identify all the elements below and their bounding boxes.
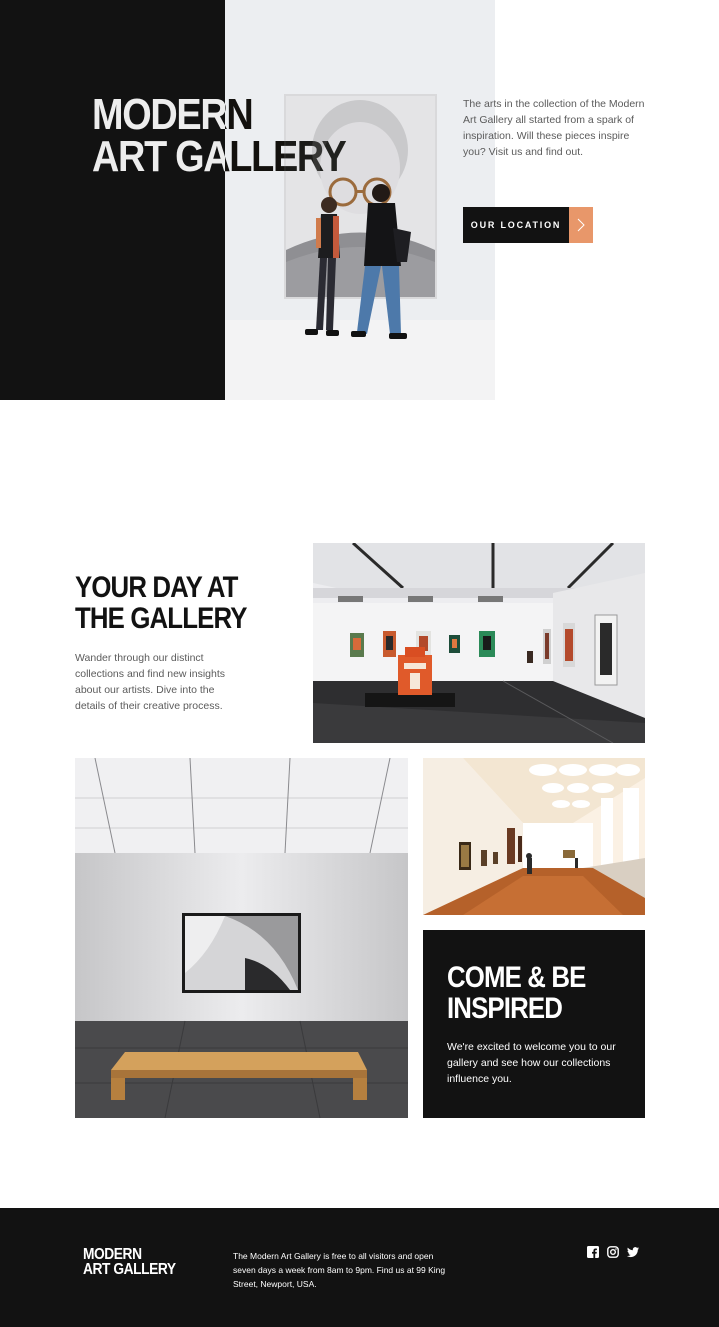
inspired-title: COME & BE INSPIRED [447, 961, 586, 1025]
day-title-line2: THE GALLERY [75, 602, 247, 635]
footer-logo-line2: ART GALLERY [83, 1261, 176, 1278]
hero-description: The arts in the collection of the Modern… [463, 98, 645, 158]
gallery-hall-photo [313, 543, 645, 743]
hero-dark-panel [0, 0, 225, 400]
instagram-icon[interactable] [607, 1246, 619, 1258]
gallery-corridor-photo [423, 758, 645, 915]
our-location-label: OUR LOCATION [463, 207, 569, 243]
our-location-button[interactable]: OUR LOCATION [463, 207, 593, 243]
inspired-title-line2: INSPIRED [447, 992, 563, 1025]
day-section-title: YOUR DAY AT THE GALLERY [75, 572, 247, 634]
footer-info: The Modern Art Gallery is free to all vi… [233, 1251, 446, 1289]
facebook-icon[interactable] [587, 1246, 599, 1258]
day-section-description: Wander through our distinct collections … [75, 652, 226, 712]
twitter-icon[interactable] [627, 1246, 639, 1258]
chevron-right-icon [569, 207, 593, 243]
hero-gallery-photo [225, 0, 495, 400]
inspired-description: We're excited to welcome you to our gall… [447, 1041, 616, 1085]
footer-logo[interactable]: MODERN ART GALLERY [83, 1247, 176, 1278]
hero-title-line2: ART GALLERY [92, 132, 347, 181]
gallery-bench-photo [75, 758, 408, 1118]
inspired-title-line1: COME & BE [447, 961, 586, 994]
day-title-line1: YOUR DAY AT [75, 571, 238, 604]
hero-title: MODERN ART GALLERY [92, 93, 347, 181]
